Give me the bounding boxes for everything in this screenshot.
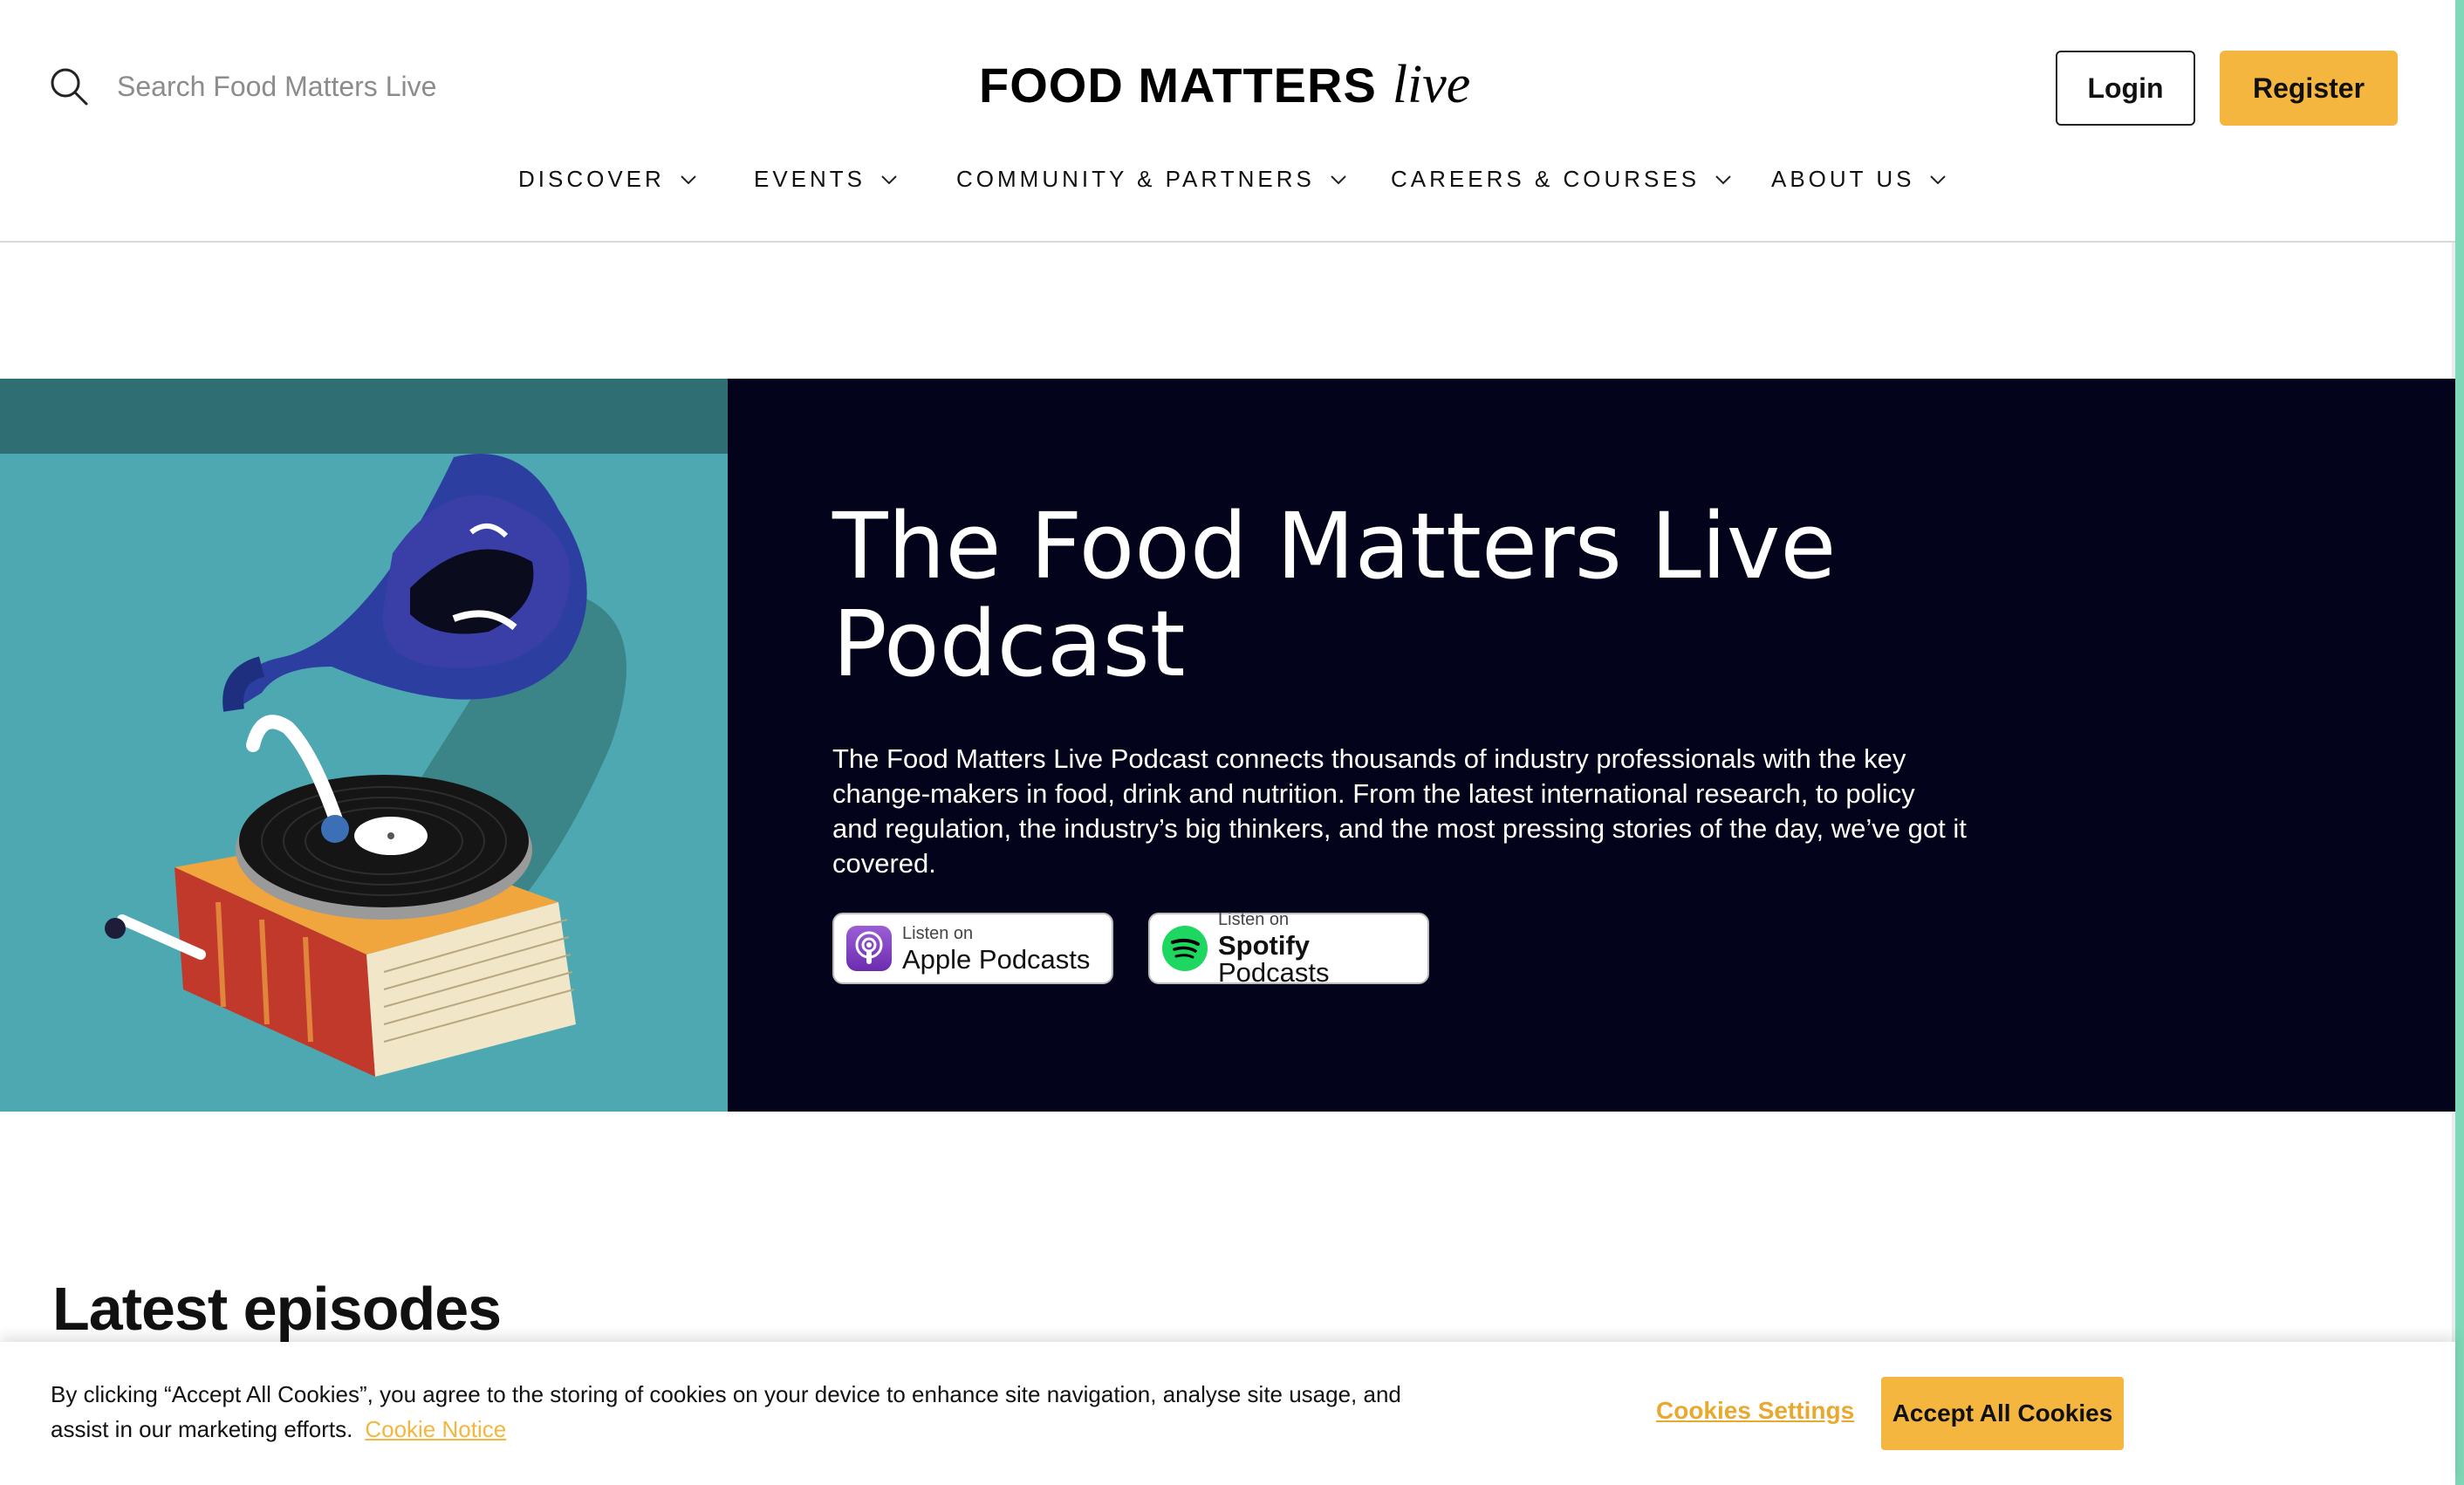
site-logo[interactable]: FOOD MATTERS live [979,54,1470,116]
chevron-down-icon [1930,175,1947,184]
hero-description: The Food Matters Live Podcast connects t… [832,743,1967,879]
register-button[interactable]: Register [2220,51,2398,126]
apple-badge-text: Listen on Apple Podcasts [902,925,1090,973]
search-icon[interactable] [49,66,89,106]
accept-all-cookies-button[interactable]: Accept All Cookies [1881,1377,2124,1450]
nav-item-discover[interactable]: DISCOVER [518,166,698,193]
search-input[interactable] [115,69,569,104]
chevron-down-icon [681,175,696,184]
spotify-badge-label: Spotify Podcasts [1218,932,1427,986]
spotify-podcasts-button[interactable]: Listen on Spotify Podcasts [1148,911,1429,986]
apple-podcasts-button[interactable]: Listen on Apple Podcasts [832,913,1113,984]
apple-badge-small: Listen on [902,923,974,943]
latest-episodes-heading: Latest episodes [52,1275,502,1343]
cookie-message: By clicking “Accept All Cookies”, you ag… [51,1381,1401,1442]
podcast-illustration [0,379,728,1112]
nav-item-label: CAREERS & COURSES [1391,166,1701,192]
nav-item-label: COMMUNITY & PARTNERS [956,166,1315,192]
nav-item-label: EVENTS [754,166,866,192]
nav-item-about-us[interactable]: ABOUT US [1771,166,1947,193]
login-button[interactable]: Login [2056,51,2195,126]
gramophone-illustration-icon [0,379,728,1112]
nav-item-label: ABOUT US [1771,166,1915,192]
search-bar [49,66,569,106]
page: FOOD MATTERS live Login Register DISCOVE… [0,0,2464,1485]
main-nav: DISCOVER EVENTS COMMUNITY & PARTNERS CAR… [0,166,2455,204]
site-header: FOOD MATTERS live Login Register DISCOVE… [0,0,2455,243]
chevron-down-icon [881,175,897,184]
chevron-down-icon [1331,175,1346,184]
cookie-banner: By clicking “Accept All Cookies”, you ag… [0,1342,2455,1485]
nav-item-community-partners[interactable]: COMMUNITY & PARTNERS [956,166,1348,193]
cookie-text-block: By clicking “Accept All Cookies”, you ag… [51,1377,1412,1447]
logo-wordmark: FOOD MATTERS [979,58,1377,113]
cookies-settings-button[interactable]: Cookies Settings [1651,1396,1859,1426]
spotify-podcasts-word: Podcasts [1218,957,1330,988]
nav-item-label: DISCOVER [518,166,665,192]
apple-badge-label: Apple Podcasts [902,943,1091,975]
nav-item-events[interactable]: EVENTS [754,166,899,193]
apple-podcasts-icon [846,926,892,971]
page-title: The Food Matters Live Podcast [832,493,1837,697]
spotify-brand: Spotify [1218,930,1311,961]
logo-live: live [1392,55,1471,114]
spotify-badge-small: Listen on [1218,910,1290,929]
nav-item-careers-courses[interactable]: CAREERS & COURSES [1391,166,1733,193]
spotify-icon [1162,926,1208,971]
chevron-down-icon [1715,175,1731,184]
spotify-badge-text: Listen on Spotify Podcasts [1218,911,1427,986]
scrollbar-strip[interactable] [2455,0,2464,1485]
cookie-notice-link[interactable]: Cookie Notice [365,1416,506,1442]
